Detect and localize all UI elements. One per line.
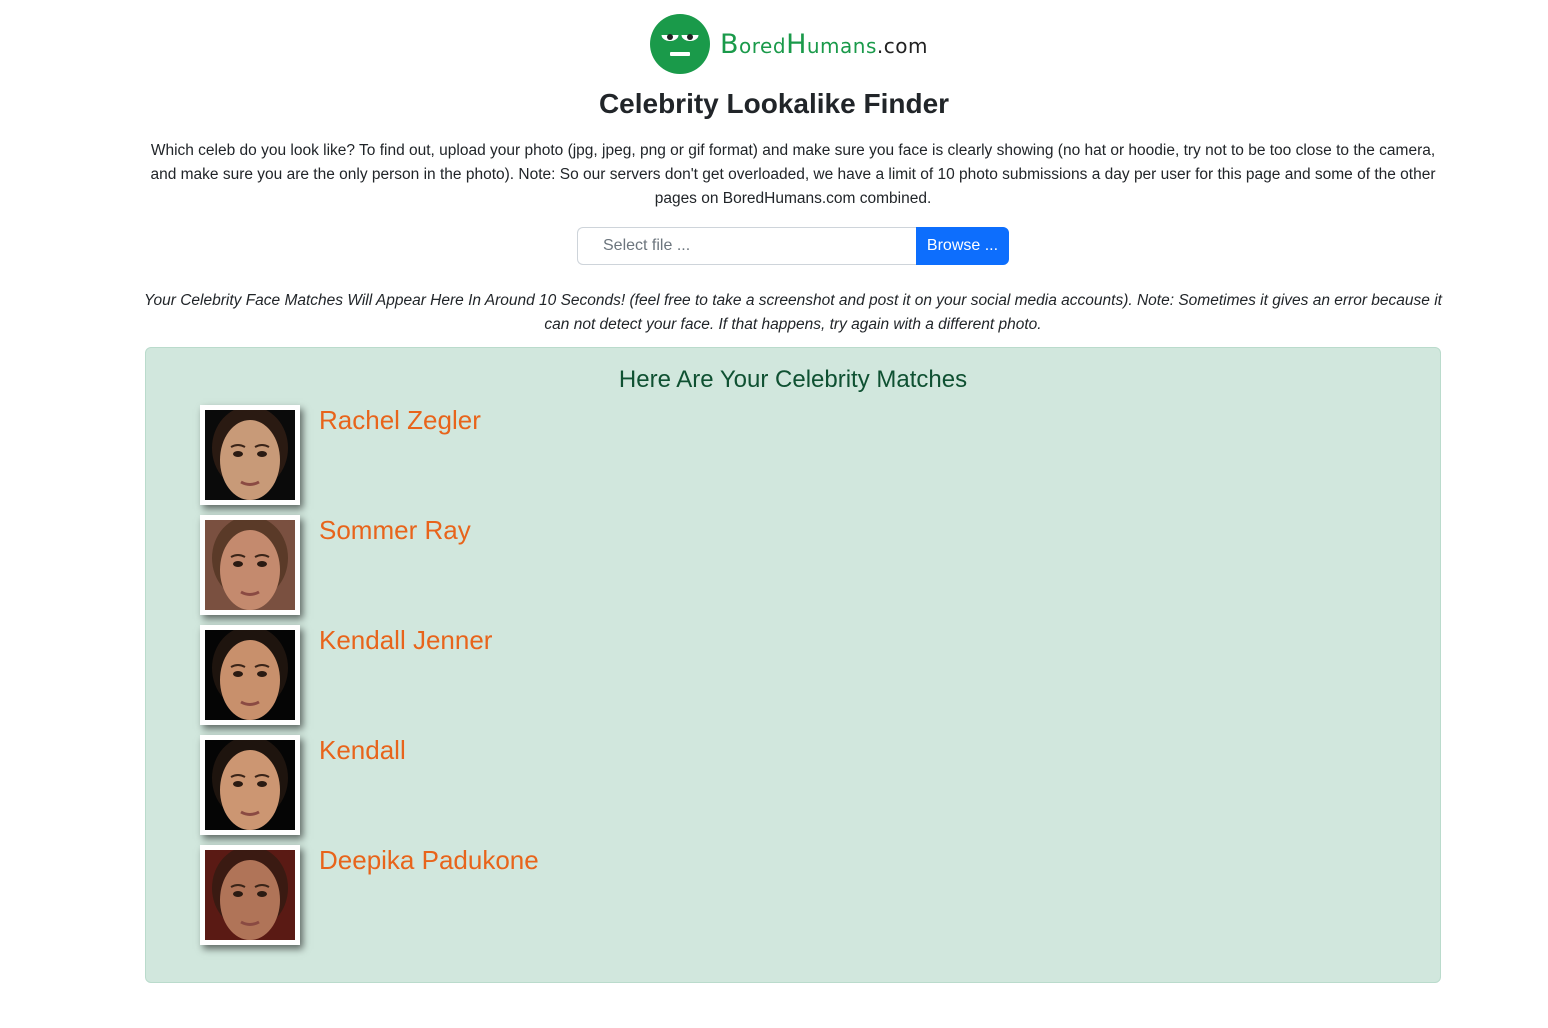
page: Bored Humans .com Celebrity Lookalike Find…	[0, 0, 1548, 1028]
celebrity-photo	[200, 515, 300, 615]
logo-text-tld: .com	[876, 33, 928, 58]
logo-letter-h: H	[786, 28, 807, 60]
results-panel: Here Are Your Celebrity Matches Rachel Z…	[145, 347, 1441, 983]
browse-button[interactable]: Browse ...	[916, 227, 1009, 265]
page-title: Celebrity Lookalike Finder	[598, 88, 950, 119]
logo-letter-b: B	[720, 28, 740, 60]
results-heading: Here Are Your Celebrity Matches	[618, 366, 968, 393]
celebrity-name-link[interactable]: Kendall Jenner	[319, 625, 492, 656]
file-upload-group: Browse ...	[577, 227, 1009, 265]
celebrity-photo	[200, 405, 300, 505]
logo-text-ored: ored	[739, 33, 787, 58]
intro-text: Which celeb do you look like? To find ou…	[150, 142, 1436, 207]
celebrity-name-link[interactable]: Rachel Zegler	[319, 405, 481, 436]
celebrity-photo	[200, 845, 300, 945]
file-select-input[interactable]	[577, 227, 916, 265]
logo-text-umans: umans	[806, 33, 877, 58]
bored-face-icon	[650, 14, 710, 74]
celebrity-photo	[200, 625, 300, 725]
site-logo[interactable]: Bored Humans .com	[650, 14, 928, 74]
celebrity-name-link[interactable]: Sommer Ray	[319, 515, 471, 546]
celebrity-photo	[200, 735, 300, 835]
logo-wordmark: Bored Humans .com	[720, 29, 928, 60]
celebrity-name-link[interactable]: Kendall	[319, 735, 406, 766]
celebrity-name-link[interactable]: Deepika Padukone	[319, 845, 539, 876]
results-note: Your Celebrity Face Matches Will Appear …	[144, 292, 1442, 333]
